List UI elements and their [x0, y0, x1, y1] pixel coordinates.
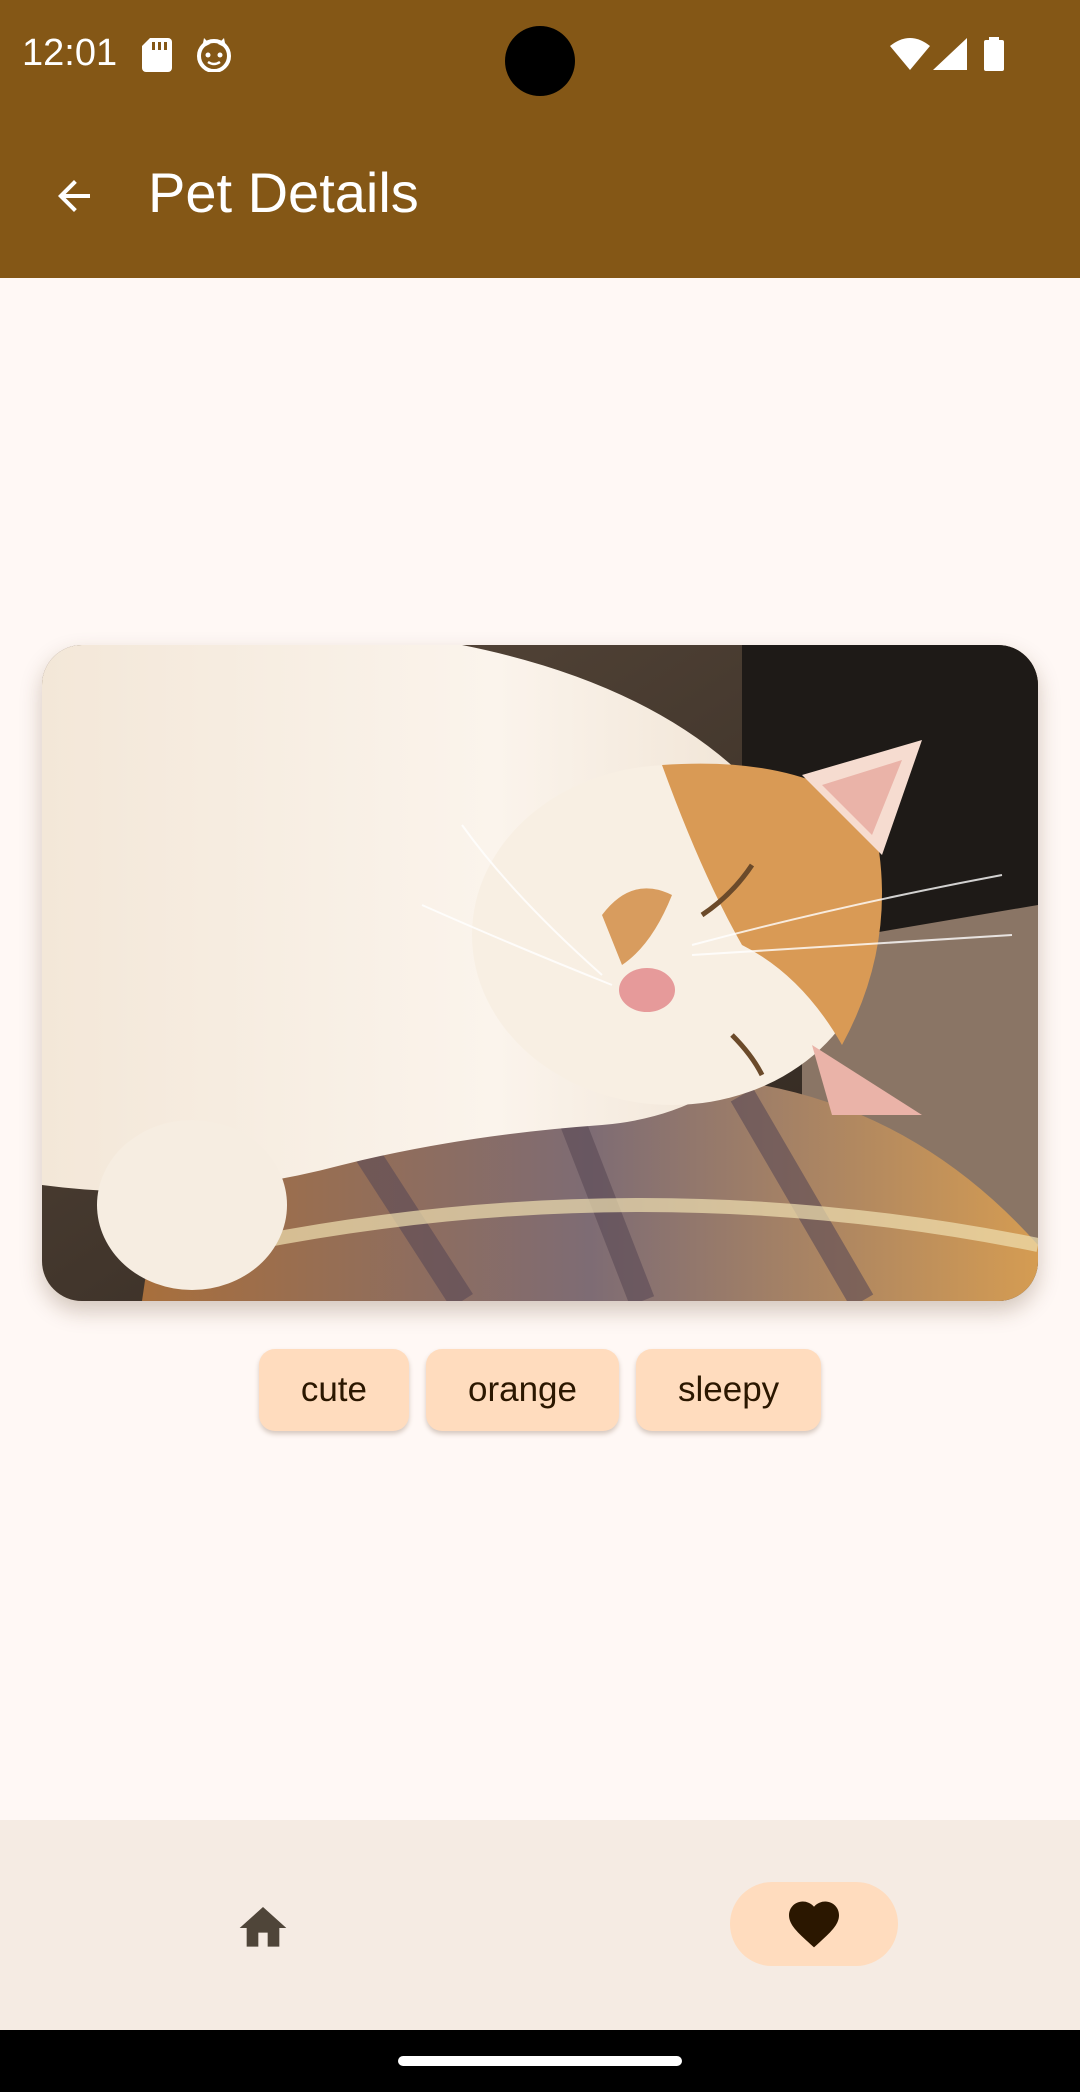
back-button[interactable] [36, 158, 112, 234]
battery-icon [982, 37, 1006, 76]
signal-icon [933, 38, 967, 75]
arrow-back-icon [58, 180, 90, 212]
nav-item-favorites[interactable] [730, 1882, 898, 1966]
status-bar: 12:01 [0, 0, 1080, 110]
wifi-icon [890, 38, 930, 75]
page-title: Pet Details [148, 161, 419, 224]
pet-image [42, 645, 1038, 1301]
top-app-bar: Pet Details [0, 110, 1080, 278]
heart-icon [789, 1901, 839, 1948]
status-time: 12:01 [22, 32, 118, 74]
tag-chip-sleepy[interactable]: sleepy [635, 1349, 822, 1431]
home-icon [239, 1907, 287, 1947]
sd-card-icon [142, 38, 172, 77]
bottom-navigation [0, 1820, 1080, 2030]
camera-cutout [505, 26, 575, 96]
gesture-nav-bar [0, 2030, 1080, 2092]
tag-chip-orange[interactable]: orange [426, 1349, 619, 1431]
tag-list: cute orange sleepy [0, 1349, 1080, 1431]
tag-chip-cute[interactable]: cute [258, 1349, 409, 1431]
nav-item-home[interactable] [198, 1888, 328, 1968]
cat-face-icon [196, 38, 232, 77]
pet-image-card [42, 645, 1038, 1301]
home-gesture-handle[interactable] [398, 2056, 682, 2066]
